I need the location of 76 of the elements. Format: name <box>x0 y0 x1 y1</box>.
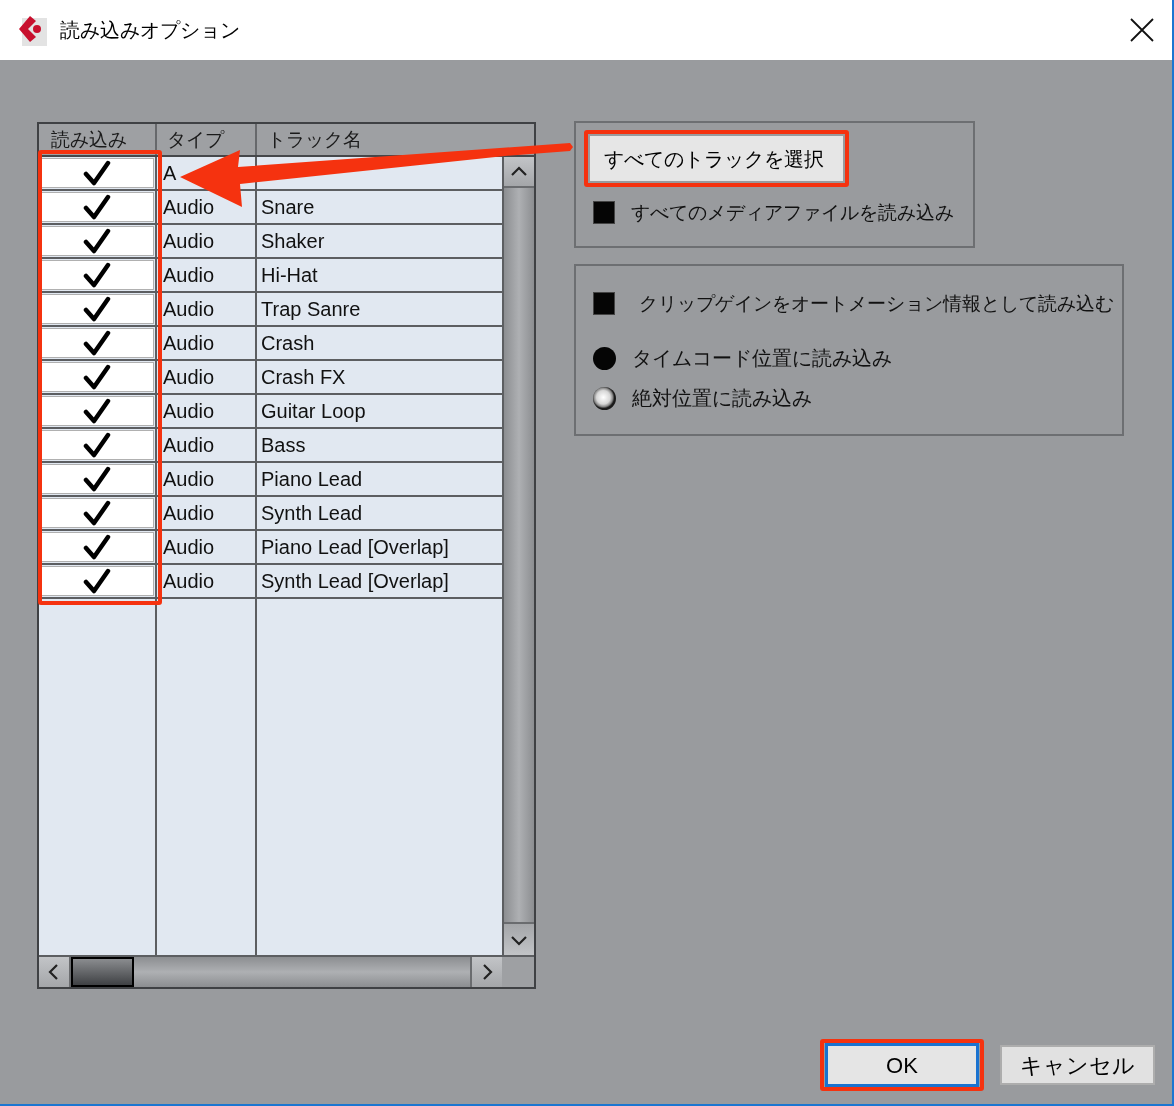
check-icon <box>83 160 111 186</box>
table-cell-text: Trap Sanre <box>261 297 361 322</box>
checkbox[interactable] <box>40 260 154 290</box>
chevron-right-icon <box>480 963 494 981</box>
checkbox[interactable] <box>40 566 154 596</box>
scroll-right-button[interactable] <box>470 957 502 987</box>
table-cell-text: Audio <box>163 535 215 560</box>
table-cell-text: Bass <box>261 433 306 458</box>
check-icon <box>83 466 111 492</box>
checkbox[interactable] <box>40 158 154 188</box>
checkbox[interactable] <box>40 328 154 358</box>
check-icon <box>83 432 111 458</box>
table-cell-text: Audio <box>163 297 215 322</box>
scroll-up-button[interactable] <box>504 157 534 188</box>
table-cell-text: Shaker <box>261 229 325 254</box>
checkbox[interactable] <box>593 200 615 224</box>
check-icon <box>83 364 111 390</box>
table-cell-text: Piano Lead <box>261 467 363 492</box>
app-logo-icon <box>17 14 47 46</box>
table-cell-text: Audio <box>163 433 215 458</box>
scrollbar-thumb[interactable] <box>71 957 134 987</box>
table-cell-text: Audio <box>163 501 215 526</box>
table-cell-text: Hi-Hat <box>261 263 318 288</box>
table-cell-text: Audio <box>163 331 215 356</box>
table-cell-text: Audio <box>163 399 215 424</box>
table-cell-text: Synth Lead [Overlap] <box>261 569 449 594</box>
checkbox[interactable] <box>593 291 615 315</box>
table-cell-text: Crash FX <box>261 365 346 390</box>
table-cell-text: Audio <box>163 467 215 492</box>
table-cell-text: Audio <box>163 263 215 288</box>
chevron-left-icon <box>47 963 61 981</box>
table-cell-text: Audio <box>163 365 215 390</box>
table-cell-text: A <box>163 161 177 186</box>
checkbox[interactable] <box>40 362 154 392</box>
horizontal-scrollbar[interactable] <box>39 957 502 987</box>
radio-label: タイムコード位置に読み込み <box>632 345 892 372</box>
check-icon <box>83 296 111 322</box>
check-icon <box>83 262 111 288</box>
radio-button[interactable] <box>593 386 616 410</box>
vertical-scrollbar[interactable] <box>502 157 534 955</box>
check-icon <box>83 228 111 254</box>
table-cell-text: Crash <box>261 331 315 356</box>
check-icon <box>83 568 111 594</box>
table-cell-text: Guitar Loop <box>261 399 366 424</box>
checkbox-label: クリップゲインをオートメーション情報として読み込む <box>639 290 1114 316</box>
radio-button[interactable] <box>593 346 616 370</box>
scroll-down-button[interactable] <box>504 922 534 955</box>
check-icon <box>83 500 111 526</box>
table-cell-text: Synth Lead <box>261 501 363 526</box>
window-title: 読み込みオプション <box>60 17 240 44</box>
column-header[interactable]: 読み込み <box>39 124 157 155</box>
table-cell-text: Audio <box>163 569 215 594</box>
column-header[interactable]: トラック名 <box>257 124 534 155</box>
checkbox[interactable] <box>40 532 154 562</box>
table-cell-text: Audio <box>163 195 215 220</box>
checkbox[interactable] <box>40 192 154 222</box>
checkbox[interactable] <box>40 294 154 324</box>
radio-label: 絶対位置に読み込み <box>632 385 812 412</box>
check-icon <box>83 534 111 560</box>
checkbox[interactable] <box>40 226 154 256</box>
close-icon <box>1130 18 1154 42</box>
checkbox[interactable] <box>40 396 154 426</box>
checkbox[interactable] <box>40 464 154 494</box>
checkbox[interactable] <box>40 498 154 528</box>
table-cell-text: Snare <box>261 195 315 220</box>
table-cell-text: Piano Lead [Overlap] <box>261 535 449 560</box>
table-cell-text: Audio <box>163 229 215 254</box>
cancel-button[interactable]: キャンセル <box>1000 1045 1155 1085</box>
select-all-tracks-button[interactable]: すべてのトラックを選択 <box>590 136 843 181</box>
checkbox-label: すべてのメディアファイルを読み込み <box>631 199 954 225</box>
check-icon <box>83 194 111 220</box>
check-icon <box>83 330 111 356</box>
checkbox[interactable] <box>40 430 154 460</box>
scroll-left-button[interactable] <box>39 957 71 987</box>
ok-button[interactable]: OK <box>825 1043 979 1087</box>
check-icon <box>83 398 111 424</box>
